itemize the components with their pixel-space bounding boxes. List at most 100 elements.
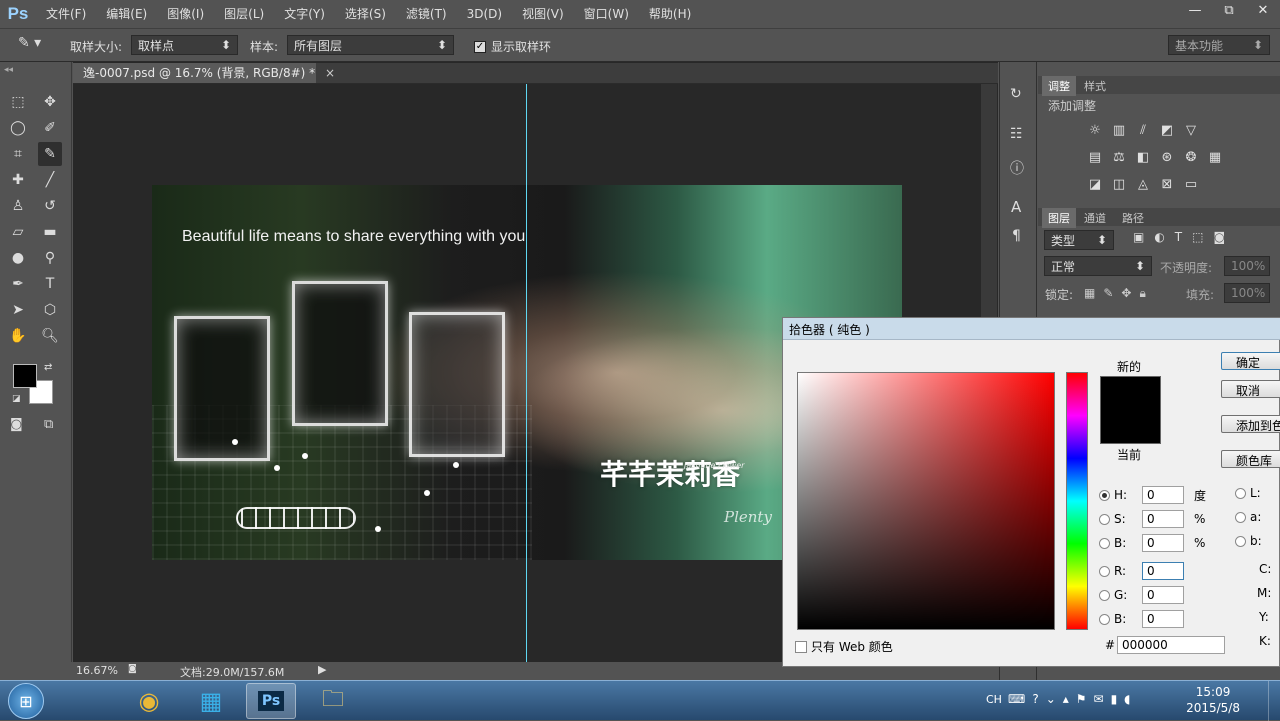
- properties-panel-icon[interactable]: ☷: [1010, 126, 1023, 142]
- web-only-option[interactable]: 只有 Web 颜色: [795, 638, 893, 655]
- hue-sat-icon[interactable]: ▤: [1086, 149, 1104, 165]
- opacity-input[interactable]: 100%: [1224, 256, 1270, 276]
- menu-file[interactable]: 文件(F): [36, 0, 96, 28]
- zoom-level[interactable]: 16.67%: [76, 664, 118, 677]
- app-store-icon[interactable]: ▦: [186, 683, 236, 719]
- history-brush-icon[interactable]: ↺: [38, 194, 62, 218]
- tray-icons[interactable]: ⌨?⌄▴⚑✉▮◖: [1008, 692, 1138, 706]
- menu-image[interactable]: 图像(I): [157, 0, 214, 28]
- default-colors-icon[interactable]: ◪: [12, 394, 21, 404]
- swap-colors-icon[interactable]: ⇄: [44, 362, 52, 373]
- history-panel-icon[interactable]: ↻: [1010, 86, 1022, 102]
- tab-paths[interactable]: 路径: [1116, 208, 1150, 228]
- workspace-select[interactable]: 基本功能 ⬍: [1168, 35, 1270, 55]
- dodge-tool-icon[interactable]: ⚲: [38, 246, 62, 270]
- tab-layers[interactable]: 图层: [1042, 208, 1076, 228]
- type-tool-icon[interactable]: T: [38, 272, 62, 296]
- menu-window[interactable]: 窗口(W): [574, 0, 639, 28]
- add-swatch-button[interactable]: 添加到色板: [1221, 415, 1280, 433]
- brightness-radio[interactable]: [1099, 537, 1110, 549]
- tab-channels[interactable]: 通道: [1078, 208, 1112, 228]
- photo-filter-icon[interactable]: ⊛: [1158, 149, 1176, 165]
- quick-select-tool-icon[interactable]: ✐: [38, 116, 62, 140]
- hue-radio[interactable]: [1099, 489, 1110, 501]
- system-clock[interactable]: 15:09 2015/5/8: [1186, 684, 1240, 716]
- menu-view[interactable]: 视图(V): [512, 0, 574, 28]
- input-language[interactable]: CH: [986, 693, 1002, 706]
- blend-mode-select[interactable]: 正常 ⬍: [1044, 256, 1152, 276]
- gradient-map-icon[interactable]: ▭: [1182, 176, 1200, 192]
- black-white-icon[interactable]: ◧: [1134, 149, 1152, 165]
- layer-filter-select[interactable]: 类型 ⬍: [1044, 230, 1114, 250]
- status-info-icon[interactable]: ◙: [128, 664, 137, 674]
- menu-help[interactable]: 帮助(H): [639, 0, 701, 28]
- blue-radio[interactable]: [1099, 613, 1110, 625]
- fill-input[interactable]: 100%: [1224, 283, 1270, 303]
- menu-select[interactable]: 选择(S): [335, 0, 396, 28]
- stamp-tool-icon[interactable]: ♙: [6, 194, 30, 218]
- lock-icons[interactable]: ▦✎✥🔒︎: [1084, 286, 1154, 301]
- invert-icon[interactable]: ◪: [1086, 176, 1104, 192]
- brush-tool-icon[interactable]: ╱: [38, 168, 62, 192]
- menu-filter[interactable]: 滤镜(T): [396, 0, 457, 28]
- saturation-brightness-field[interactable]: [797, 372, 1055, 630]
- eraser-tool-icon[interactable]: ▱: [6, 220, 30, 244]
- hand-tool-icon[interactable]: ✋: [6, 324, 30, 348]
- restore-button[interactable]: ⧉: [1212, 0, 1246, 20]
- lab-a-radio[interactable]: [1235, 511, 1246, 523]
- green-radio[interactable]: [1099, 589, 1110, 601]
- status-menu-arrow-icon[interactable]: ▶: [318, 663, 326, 676]
- green-field[interactable]: 0: [1142, 586, 1184, 604]
- pen-tool-icon[interactable]: ✒: [6, 272, 30, 296]
- minimize-button[interactable]: —: [1178, 0, 1212, 20]
- saturation-field[interactable]: 0: [1142, 510, 1184, 528]
- menu-type[interactable]: 文字(Y): [274, 0, 335, 28]
- color-lookup-icon[interactable]: ▦: [1206, 149, 1224, 165]
- posterize-icon[interactable]: ◫: [1110, 176, 1128, 192]
- tab-adjustments[interactable]: 调整: [1042, 76, 1076, 96]
- color-balance-icon[interactable]: ⚖: [1110, 149, 1128, 165]
- marquee-tool-icon[interactable]: ⬚: [6, 90, 30, 114]
- crop-tool-icon[interactable]: ⌗: [6, 142, 30, 166]
- chrome-app-icon[interactable]: ◉: [124, 683, 174, 719]
- lab-b-radio[interactable]: [1235, 535, 1246, 547]
- screen-mode-icon[interactable]: ⧉: [44, 417, 53, 432]
- quick-mask-icon[interactable]: ◙: [10, 417, 23, 432]
- curves-icon[interactable]: ⫽: [1134, 122, 1152, 138]
- character-panel-icon[interactable]: A: [1011, 198, 1021, 216]
- photoshop-app-icon[interactable]: Ps: [246, 683, 296, 719]
- start-button-icon[interactable]: ⊞: [8, 683, 44, 719]
- lab-l-radio[interactable]: [1235, 487, 1246, 499]
- menu-edit[interactable]: 编辑(E): [96, 0, 157, 28]
- layer-filter-icons[interactable]: ▣◐T⬚◙: [1133, 230, 1235, 244]
- vibrance-icon[interactable]: ▽: [1182, 122, 1200, 138]
- sample-size-select[interactable]: 取样点 ⬍: [131, 35, 238, 55]
- eyedropper-preset-icon[interactable]: ✎ ▾: [18, 35, 58, 55]
- selective-color-icon[interactable]: ⊠: [1158, 176, 1176, 192]
- hue-slider[interactable]: [1066, 372, 1088, 630]
- explorer-app-icon[interactable]: 🗀︎: [308, 683, 358, 719]
- tab-styles[interactable]: 样式: [1078, 76, 1112, 96]
- color-library-button[interactable]: 颜色库: [1221, 450, 1280, 468]
- gradient-tool-icon[interactable]: ▬: [38, 220, 62, 244]
- close-button[interactable]: ✕: [1246, 0, 1280, 20]
- hue-field[interactable]: 0: [1142, 486, 1184, 504]
- move-tool-icon[interactable]: ✥: [38, 90, 62, 114]
- lasso-tool-icon[interactable]: ◯: [6, 116, 30, 140]
- eyedropper-tool-icon[interactable]: ✎: [38, 142, 62, 166]
- hex-field[interactable]: 000000: [1117, 636, 1225, 654]
- foreground-color-swatch[interactable]: [13, 364, 37, 388]
- menu-layer[interactable]: 图层(L): [214, 0, 274, 28]
- red-radio[interactable]: [1099, 565, 1110, 577]
- guide-line[interactable]: [526, 84, 527, 662]
- info-panel-icon[interactable]: ⓘ: [1010, 158, 1024, 178]
- saturation-radio[interactable]: [1099, 513, 1110, 525]
- brightness-field[interactable]: 0: [1142, 534, 1184, 552]
- zoom-tool-icon[interactable]: 🔍︎: [38, 324, 62, 348]
- close-tab-icon[interactable]: ×: [325, 66, 335, 80]
- blur-tool-icon[interactable]: ●: [6, 246, 30, 270]
- sample-select[interactable]: 所有图层 ⬍: [287, 35, 454, 55]
- show-ring-option[interactable]: ✓ 显示取样环: [474, 38, 551, 55]
- brightness-icon[interactable]: ☼: [1086, 122, 1104, 138]
- document-tab[interactable]: 逸-0007.psd @ 16.7% (背景, RGB/8#) * ×: [73, 63, 335, 83]
